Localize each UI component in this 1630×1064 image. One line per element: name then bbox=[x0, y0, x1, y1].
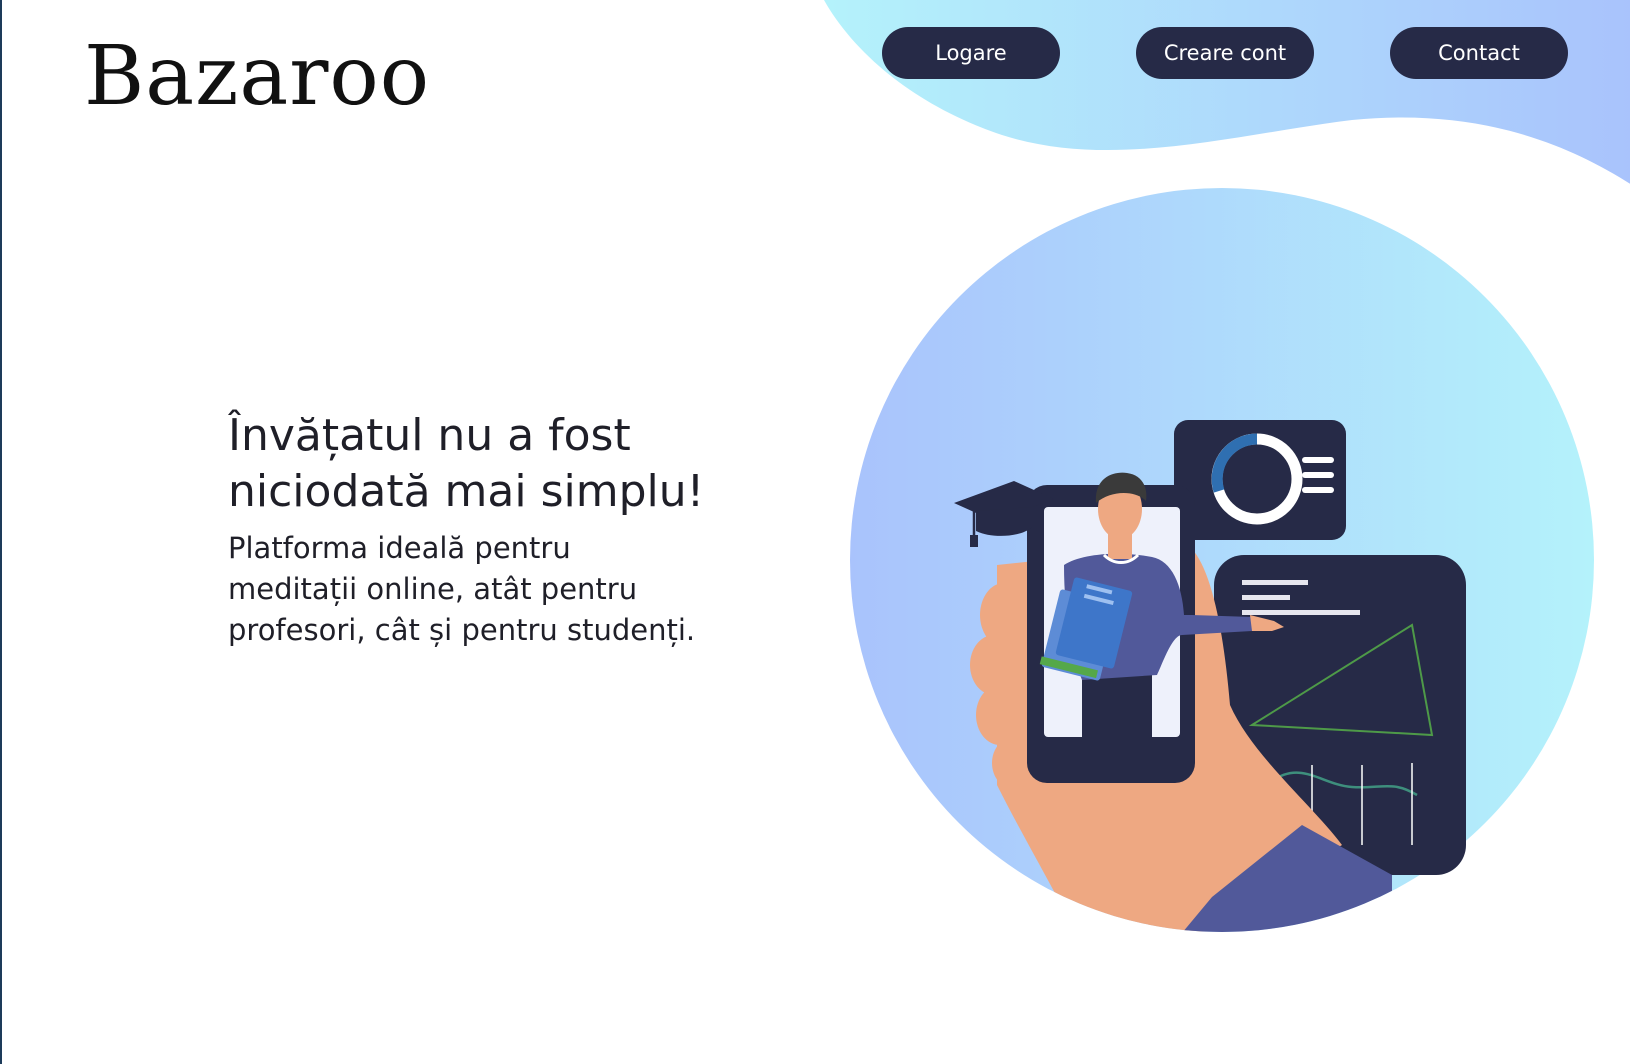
contact-button[interactable]: Contact bbox=[1390, 27, 1568, 79]
donut-chart-icon bbox=[1174, 420, 1346, 540]
online-tutoring-illustration bbox=[850, 188, 1594, 932]
brand-logo[interactable]: Bazaroo bbox=[84, 36, 430, 118]
hero-subtitle: Platforma ideală pentru meditații online… bbox=[228, 531, 696, 647]
login-button[interactable]: Logare bbox=[882, 27, 1060, 79]
hero-section: Învățatul nu a fost niciodată mai simplu… bbox=[228, 408, 708, 651]
create-account-button[interactable]: Creare cont bbox=[1136, 27, 1314, 79]
hero-title: Învățatul nu a fost niciodată mai simplu… bbox=[228, 410, 705, 517]
